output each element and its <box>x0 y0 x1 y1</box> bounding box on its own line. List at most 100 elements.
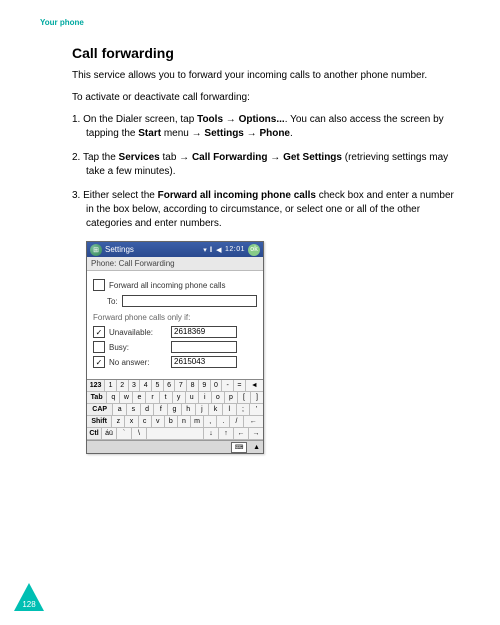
key[interactable]: ` <box>117 428 132 439</box>
step-1: 1. On the Dialer screen, tap Tools → Opt… <box>72 113 460 141</box>
key[interactable]: \ <box>132 428 147 439</box>
key[interactable]: CAP <box>87 404 113 415</box>
subtitle-bar: Phone: Call Forwarding <box>87 257 263 271</box>
key[interactable]: m <box>191 416 204 427</box>
keyboard-toggle-icon[interactable]: ⌨ <box>231 442 247 453</box>
busy-label: Busy: <box>109 343 171 352</box>
ok-button[interactable]: ok <box>248 244 260 256</box>
key[interactable]: f <box>154 404 168 415</box>
key[interactable]: r <box>146 392 159 403</box>
key[interactable]: - <box>222 380 234 391</box>
busy-checkbox[interactable] <box>93 341 105 353</box>
busy-input[interactable] <box>171 341 237 353</box>
key[interactable]: Tab <box>87 392 107 403</box>
key[interactable]: Shift <box>87 416 112 427</box>
soft-keyboard[interactable]: 1231234567890-=◄ Tabqwertyuiop[] CAPasdf… <box>87 379 263 440</box>
key[interactable]: 0 <box>211 380 223 391</box>
key[interactable]: o <box>212 392 225 403</box>
key[interactable]: 6 <box>164 380 176 391</box>
key[interactable]: Ctl <box>87 428 102 439</box>
forward-all-checkbox[interactable] <box>93 279 105 291</box>
key[interactable]: u <box>186 392 199 403</box>
titlebar: ⊞ Settings ▾ ‖ ◀ 12:01 ok <box>87 242 263 257</box>
step-2: 2. Tap the Services tab → Call Forwardin… <box>72 151 460 179</box>
page-number: 128 <box>22 600 35 609</box>
key[interactable]: d <box>141 404 155 415</box>
key[interactable]: / <box>230 416 243 427</box>
key[interactable]: , <box>204 416 217 427</box>
key[interactable]: áü <box>102 428 117 439</box>
key[interactable]: ' <box>250 404 263 415</box>
intro-text: This service allows you to forward your … <box>72 69 460 83</box>
steps-list: 1. On the Dialer screen, tap Tools → Opt… <box>72 113 460 231</box>
unavailable-checkbox[interactable]: ✓ <box>93 326 105 338</box>
key[interactable]: . <box>217 416 230 427</box>
key[interactable]: 9 <box>199 380 211 391</box>
noanswer-input[interactable]: 2615043 <box>171 356 237 368</box>
key[interactable]: 7 <box>175 380 187 391</box>
bottom-bar: ⌨ ▲ <box>87 440 263 453</box>
to-input[interactable] <box>122 295 257 307</box>
key[interactable]: l <box>223 404 237 415</box>
key[interactable]: ] <box>251 392 263 403</box>
key[interactable]: ; <box>237 404 251 415</box>
key[interactable]: ↓ <box>204 428 219 439</box>
key[interactable]: z <box>112 416 125 427</box>
form-area: Forward all incoming phone calls To: For… <box>87 271 263 379</box>
forward-all-label: Forward all incoming phone calls <box>109 281 226 290</box>
key[interactable]: 3 <box>129 380 141 391</box>
key[interactable]: g <box>168 404 182 415</box>
key[interactable]: 123 <box>87 380 105 391</box>
key[interactable]: a <box>113 404 127 415</box>
subintro-text: To activate or deactivate call forwardin… <box>72 91 460 105</box>
key[interactable]: ← <box>244 416 263 427</box>
step-number: 1. <box>72 114 80 125</box>
key[interactable]: 4 <box>140 380 152 391</box>
status-icons: ▾ ‖ ◀ 12:01 <box>203 246 245 254</box>
speaker-icon: ◀ <box>216 246 222 254</box>
key[interactable]: t <box>160 392 173 403</box>
key[interactable]: ↑ <box>219 428 234 439</box>
key[interactable]: 5 <box>152 380 164 391</box>
key[interactable]: s <box>127 404 141 415</box>
key[interactable]: w <box>120 392 133 403</box>
titlebar-app: Settings <box>105 245 134 254</box>
key[interactable]: x <box>125 416 138 427</box>
key[interactable]: → <box>249 428 263 439</box>
key[interactable]: = <box>234 380 246 391</box>
key[interactable]: h <box>182 404 196 415</box>
key[interactable] <box>147 428 204 439</box>
key[interactable]: 2 <box>117 380 129 391</box>
unavailable-label: Unavailable: <box>109 328 171 337</box>
key[interactable]: c <box>139 416 152 427</box>
key[interactable]: 1 <box>105 380 117 391</box>
key[interactable]: v <box>152 416 165 427</box>
key[interactable]: p <box>225 392 238 403</box>
key[interactable]: q <box>107 392 120 403</box>
noanswer-checkbox[interactable]: ✓ <box>93 356 105 368</box>
key[interactable]: 8 <box>187 380 199 391</box>
key[interactable]: b <box>165 416 178 427</box>
to-label: To: <box>107 297 118 306</box>
signal-icon: ▾ ‖ <box>203 246 213 254</box>
only-if-label: Forward phone calls only if: <box>93 313 257 322</box>
key[interactable]: i <box>199 392 212 403</box>
section-header: Your phone <box>40 18 460 27</box>
key[interactable]: e <box>133 392 146 403</box>
page-number-badge: 128 <box>14 583 44 611</box>
key[interactable]: [ <box>238 392 251 403</box>
key[interactable]: ← <box>234 428 249 439</box>
noanswer-label: No answer: <box>109 358 171 367</box>
key[interactable]: j <box>196 404 210 415</box>
key[interactable]: ◄ <box>246 380 263 391</box>
device-screenshot: ⊞ Settings ▾ ‖ ◀ 12:01 ok Phone: Call Fo… <box>86 241 264 454</box>
step-number: 2. <box>72 152 80 163</box>
unavailable-input[interactable]: 2618369 <box>171 326 237 338</box>
clock: 12:01 <box>225 246 245 253</box>
key[interactable]: n <box>178 416 191 427</box>
up-arrow-icon[interactable]: ▲ <box>253 444 260 451</box>
key[interactable]: y <box>173 392 186 403</box>
key[interactable]: k <box>209 404 223 415</box>
start-icon[interactable]: ⊞ <box>90 244 102 256</box>
step-3: 3. Either select the Forward all incomin… <box>72 189 460 231</box>
